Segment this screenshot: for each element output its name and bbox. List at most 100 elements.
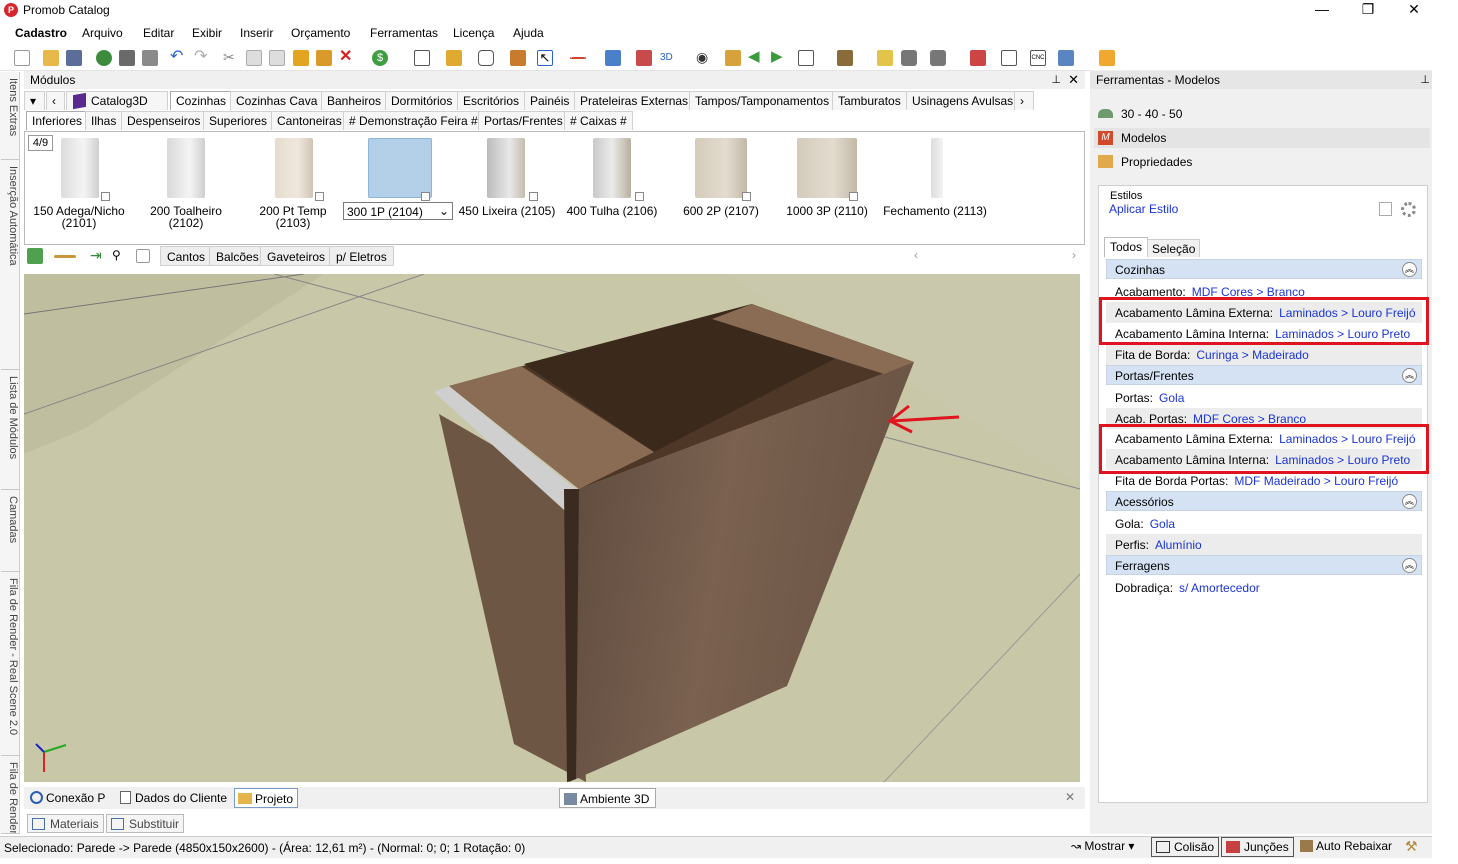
collapse-icon[interactable]: ︽: [1402, 494, 1417, 509]
prop-portas[interactable]: Portas: Gola: [1106, 387, 1422, 408]
prop-perfis[interactable]: Perfis: Alumínio: [1106, 534, 1422, 555]
settings-gear-icon[interactable]: [1401, 202, 1416, 217]
import-icon[interactable]: [27, 248, 43, 264]
print-setup-icon[interactable]: [119, 50, 135, 66]
budget-icon[interactable]: $: [372, 50, 388, 66]
side-tab-itens-extras[interactable]: Itens Extras: [1, 74, 19, 160]
close-button[interactable]: ✕: [1392, 0, 1436, 20]
prop-dobradica[interactable]: Dobradiça: s/ Amortecedor: [1106, 577, 1422, 598]
tab-banheiros[interactable]: Banheiros: [321, 91, 388, 110]
subtab-superiores[interactable]: Superiores: [203, 111, 274, 130]
camera-settings-icon[interactable]: [930, 50, 946, 66]
filter-cantos[interactable]: Cantos: [160, 246, 213, 266]
line-tool-icon[interactable]: [54, 255, 76, 258]
prop-fita-borda[interactable]: Fita de Borda: Curinga > Madeirado: [1106, 344, 1422, 365]
module-check-2107[interactable]: [742, 192, 751, 201]
hammer-icon[interactable]: [293, 50, 309, 66]
filter-box-icon[interactable]: [136, 249, 150, 263]
user-icon[interactable]: [1099, 50, 1115, 66]
arrow-left-icon[interactable]: ◀: [748, 49, 764, 66]
paste-icon[interactable]: [269, 50, 285, 66]
tool-item-medidas[interactable]: 30 - 40 - 50: [1094, 104, 1430, 124]
tab-tamburatos[interactable]: Tamburatos: [832, 91, 907, 110]
module-check-2104[interactable]: [421, 192, 430, 201]
side-tab-camadas[interactable]: Camadas: [1, 492, 19, 572]
subtab-inferiores[interactable]: Inferiores: [26, 111, 89, 130]
module-check-2101[interactable]: [101, 192, 110, 201]
menu-editar[interactable]: Editar: [143, 26, 174, 40]
maximize-button[interactable]: ❐: [1346, 0, 1390, 20]
door-icon[interactable]: [510, 50, 526, 66]
tab-paineis[interactable]: Painéis: [524, 91, 576, 110]
prop-gola[interactable]: Gola: Gola: [1106, 513, 1422, 534]
side-tab-fila-render-1[interactable]: Fila de Render - Real Scene 2.0: [1, 574, 19, 756]
tab-close-icon[interactable]: ✕: [1065, 790, 1075, 804]
scroll-right-icon[interactable]: ›: [1072, 248, 1076, 262]
save-icon[interactable]: [66, 50, 82, 66]
tab-conexao[interactable]: Conexão P: [28, 791, 105, 805]
paint-icon[interactable]: [316, 50, 332, 66]
aplicar-estilo-link[interactable]: Aplicar Estilo: [1109, 202, 1178, 216]
wrench-icon[interactable]: ⚒: [1405, 838, 1418, 855]
menu-inserir[interactable]: Inserir: [240, 26, 273, 40]
menu-cadastro[interactable]: Cadastro: [15, 26, 67, 40]
cut-icon[interactable]: ✂: [223, 50, 239, 66]
module-check-2105[interactable]: [529, 192, 538, 201]
print-icon[interactable]: [142, 50, 158, 66]
tab-projeto[interactable]: Projeto: [234, 788, 299, 808]
camera-icon[interactable]: [901, 50, 917, 66]
section-acessorios[interactable]: Acessórios ︽: [1106, 491, 1422, 511]
colisao-toggle[interactable]: Colisão: [1151, 837, 1220, 857]
module-thumb-2105[interactable]: [487, 138, 525, 198]
binoculars-icon[interactable]: ⚲: [112, 248, 128, 264]
filter-balcoes[interactable]: Balcões: [209, 246, 266, 266]
tab-usinagens-avulsas[interactable]: Usinagens Avulsas: [906, 91, 1020, 110]
tab-escritorios[interactable]: Escritórios: [457, 91, 526, 110]
module-check-2103[interactable]: [315, 192, 324, 201]
filter-gaveteiros[interactable]: Gaveteiros: [260, 246, 333, 266]
side-tab-insercao-automatica[interactable]: Inserção Automática: [1, 162, 19, 370]
tab-dados-cliente[interactable]: Dados do Cliente: [118, 791, 227, 805]
select-cursor-icon[interactable]: ↖: [537, 50, 553, 66]
menu-orcamento[interactable]: Orçamento: [291, 26, 350, 40]
collapse-icon[interactable]: ︽: [1402, 262, 1417, 277]
report-icon[interactable]: [970, 50, 986, 66]
module-check-2110[interactable]: [849, 192, 858, 201]
module-thumb-2102[interactable]: [167, 138, 205, 198]
side-tab-lista-de-modulos[interactable]: Lista de Módulos: [1, 372, 19, 490]
module-thumb-2106[interactable]: [593, 138, 631, 198]
render-icon[interactable]: [96, 50, 112, 66]
eye-icon[interactable]: ◉: [696, 50, 712, 66]
module-thumb-2107[interactable]: [695, 138, 747, 198]
redo-icon[interactable]: ↷: [194, 49, 210, 66]
copy-icon[interactable]: [246, 50, 262, 66]
module-check-2106[interactable]: [635, 192, 644, 201]
subtab-ilhas[interactable]: Ilhas: [85, 111, 123, 130]
collapse-icon[interactable]: ︽: [1402, 368, 1417, 383]
tool-item-modelos[interactable]: M Modelos: [1094, 128, 1430, 148]
tool-item-propriedades[interactable]: Propriedades: [1094, 152, 1430, 172]
subtab-portas-frentes[interactable]: Portas/Frentes: [478, 111, 569, 130]
tab-dormitorios[interactable]: Dormitórios: [385, 91, 459, 110]
section-ferragens[interactable]: Ferragens ︽: [1106, 555, 1422, 575]
cube-layers-icon[interactable]: [605, 50, 621, 66]
tab-next-icon[interactable]: ›: [1014, 91, 1034, 110]
view-3d-icon[interactable]: 3D: [660, 50, 676, 66]
shape-icon[interactable]: [478, 50, 494, 66]
light-icon[interactable]: [877, 50, 893, 66]
tab-substituir[interactable]: Substituir: [106, 814, 185, 833]
tab-cozinhas[interactable]: Cozinhas: [170, 91, 233, 110]
tab-selecao[interactable]: Seleção: [1147, 239, 1201, 257]
tab-cozinhas-cava[interactable]: Cozinhas Cava: [230, 91, 324, 110]
juncoes-toggle[interactable]: Junções: [1221, 837, 1294, 857]
menu-arquivo[interactable]: Arquivo: [82, 26, 123, 40]
cnc-icon[interactable]: CNC: [1030, 50, 1046, 66]
auto-rebaixar-toggle[interactable]: Auto Rebaixar: [1298, 839, 1392, 853]
subtab-caixas[interactable]: # Caixas #: [564, 111, 633, 130]
viewport-3d[interactable]: [24, 274, 1080, 782]
box-icon[interactable]: [837, 50, 853, 66]
tab-prev-icon[interactable]: ‹: [46, 91, 65, 110]
tab-tampos[interactable]: Tampos/Tamponamentos: [689, 91, 836, 110]
pin-icon[interactable]: ⊥: [1051, 73, 1061, 86]
tab-todos[interactable]: Todos: [1104, 237, 1149, 257]
